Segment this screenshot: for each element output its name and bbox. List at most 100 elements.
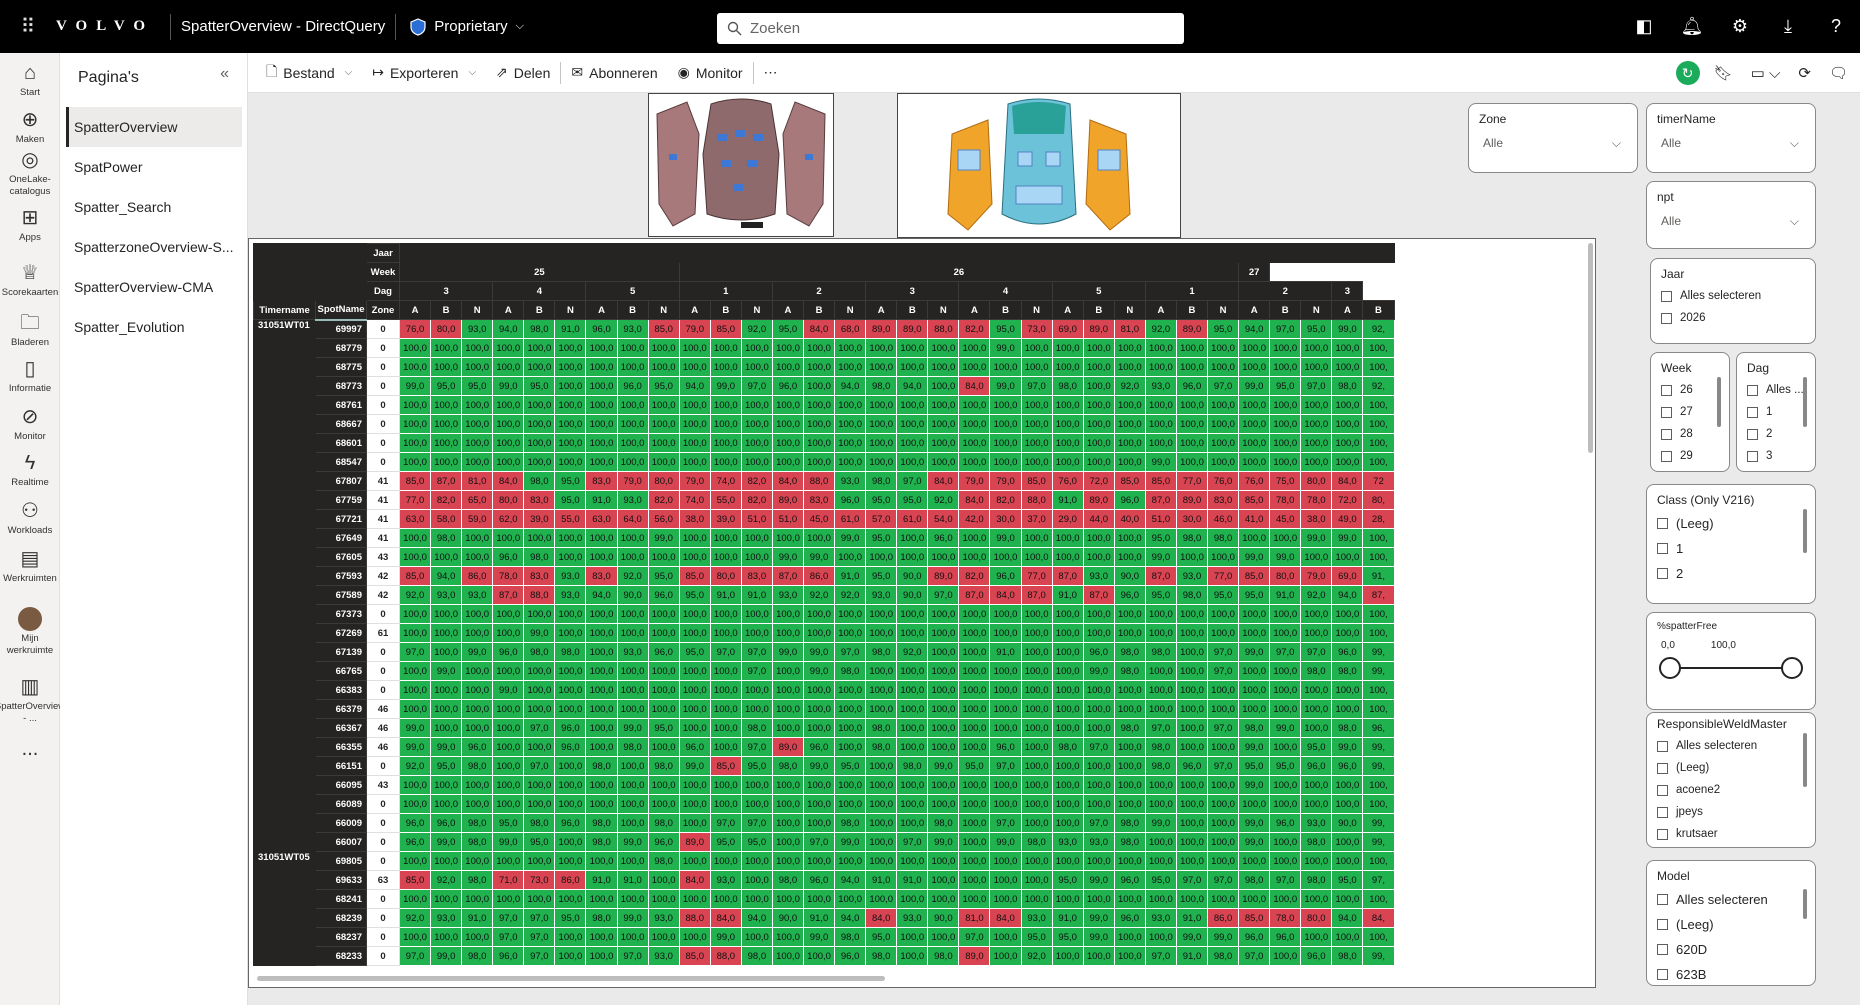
slicer-option[interactable]: 2026 [1661, 307, 1805, 329]
spotname-cell[interactable]: 66095 [315, 775, 367, 795]
slicer-option[interactable]: 620D [1657, 937, 1805, 962]
comment-icon[interactable]: 🗨︎ [1825, 64, 1852, 82]
page-item[interactable]: Spatter_Evolution [66, 307, 242, 347]
checkbox[interactable] [1657, 944, 1668, 955]
shift-header[interactable]: A [492, 300, 525, 320]
zone-slicer[interactable]: Zone Alle ⌵ [1468, 103, 1638, 173]
spotname-cell[interactable]: 69805 [315, 851, 367, 871]
nav-item[interactable]: 🗀 Bladeren [0, 311, 60, 349]
slicer-option[interactable]: acoene2 [1657, 779, 1805, 801]
slicer-option[interactable]: (Leeg) [1657, 757, 1805, 779]
weldmaster-slicer[interactable]: ResponsibleWeldMaster Alles selecteren (L… [1646, 712, 1816, 848]
spotname-cell[interactable]: 67807 [315, 471, 367, 491]
shift-header[interactable]: A [585, 300, 618, 320]
shift-header[interactable]: B [616, 300, 649, 320]
nav-item[interactable]: ▤ Werkruimten [0, 547, 60, 585]
shift-header[interactable]: A [398, 300, 432, 320]
download-icon[interactable]: ⤓ [1764, 16, 1812, 37]
npt-slicer[interactable]: npt Alle ⌵ [1646, 181, 1816, 249]
shift-header[interactable]: N [1207, 300, 1240, 320]
page-item[interactable]: SpatterOverview [66, 107, 242, 147]
spotname-cell[interactable]: 66379 [315, 699, 367, 719]
spotname-cell[interactable]: 66355 [315, 737, 367, 757]
spotname-cell[interactable]: 67593 [315, 566, 367, 586]
shift-header[interactable]: N [647, 300, 680, 320]
slicer-option[interactable]: 1 [1657, 536, 1805, 561]
timername-cell[interactable]: 31051WT05 [253, 851, 316, 966]
shift-header[interactable]: B [709, 300, 742, 320]
shift-header[interactable]: B [1269, 300, 1302, 320]
spotname-cell[interactable]: 68773 [315, 376, 367, 396]
shift-header[interactable]: A [1051, 300, 1084, 320]
spotname-cell[interactable]: 67589 [315, 585, 367, 605]
model-slicer[interactable]: Model Alles selecteren (Leeg) 620D 623B [1646, 860, 1816, 986]
nav-item[interactable]: ⊘ Monitor [0, 405, 60, 443]
day-header[interactable]: 4 [492, 281, 587, 301]
spotname-cell[interactable]: 68237 [315, 927, 367, 947]
checkbox[interactable] [1657, 969, 1668, 980]
week-slicer[interactable]: Week 26 27 28 29 [1650, 352, 1730, 472]
spotname-cell[interactable]: 67605 [315, 547, 367, 567]
file-menu-button[interactable]: 🗋 Bestand ⌵ [256, 53, 362, 93]
export-button[interactable]: ↦ Exporteren ⌵ [362, 53, 486, 93]
shift-header[interactable]: B [1175, 300, 1209, 320]
view-icon[interactable]: ▭ ⌵ [1747, 64, 1785, 82]
slicer-option[interactable]: 26 [1661, 379, 1719, 401]
share-button[interactable]: ⇗ Delen [486, 53, 560, 93]
spatterfree-slicer[interactable]: %spatterFree 0,0 100,0 [1646, 612, 1816, 710]
row-header-zone[interactable]: Zone [366, 300, 400, 320]
page-item[interactable]: SpatterzoneOverview-S... [66, 227, 242, 267]
nav-item[interactable]: ▥ SpatterOverview - ... [0, 675, 65, 725]
spotname-cell[interactable]: 68601 [315, 433, 367, 453]
spotname-cell[interactable]: 68779 [315, 338, 367, 358]
checkbox[interactable] [1657, 894, 1668, 905]
checkbox[interactable] [1657, 543, 1668, 554]
checkbox[interactable] [1747, 384, 1758, 396]
spotname-cell[interactable]: 66009 [315, 813, 367, 833]
nav-more[interactable]: ... [0, 737, 60, 763]
shift-header[interactable]: N [927, 300, 960, 320]
shift-header[interactable]: N [1300, 300, 1333, 320]
day-header[interactable]: 5 [585, 281, 680, 301]
slicer-option[interactable]: Alles selecteren [1657, 735, 1805, 757]
spotname-cell[interactable]: 69997 [315, 319, 367, 339]
checkbox[interactable] [1747, 406, 1758, 418]
range-max[interactable]: 100,0 [1711, 640, 1736, 651]
shift-header[interactable]: B [1082, 300, 1115, 320]
checkbox[interactable] [1661, 406, 1672, 418]
spotname-cell[interactable]: 66367 [315, 718, 367, 738]
shift-header[interactable]: A [958, 300, 991, 320]
nav-item[interactable]: ϟ Realtime [0, 451, 60, 489]
spotname-cell[interactable]: 68761 [315, 395, 367, 415]
spotname-cell[interactable]: 67269 [315, 623, 367, 643]
slicer-option[interactable]: 2 [1747, 423, 1805, 445]
shift-header[interactable]: B [430, 300, 463, 320]
spotname-cell[interactable]: 66151 [315, 756, 367, 776]
slicer-option[interactable]: (Leeg) [1657, 912, 1805, 937]
nav-item[interactable]: ▯ Informatie [0, 357, 60, 395]
spotname-cell[interactable]: 68547 [315, 452, 367, 472]
shift-header[interactable]: N [740, 300, 773, 320]
spotname-cell[interactable]: 68775 [315, 357, 367, 377]
checkbox[interactable] [1657, 740, 1668, 752]
checkbox[interactable] [1661, 384, 1672, 396]
week-header[interactable]: 25 [399, 262, 680, 282]
shift-header[interactable]: A [771, 300, 805, 320]
day-header[interactable]: 4 [958, 281, 1053, 301]
slicer-option[interactable]: 29 [1661, 445, 1719, 467]
slicer-option[interactable]: 27 [1661, 401, 1719, 423]
spotname-cell[interactable]: 66007 [315, 832, 367, 852]
checkbox[interactable] [1657, 784, 1668, 796]
shift-header[interactable]: A [678, 300, 711, 320]
day-header[interactable]: 3 [1331, 281, 1364, 301]
timername-cell[interactable]: 31051WT01 [253, 319, 316, 852]
spotname-cell[interactable]: 68239 [315, 908, 367, 928]
spotname-cell[interactable]: 67139 [315, 642, 367, 662]
shift-header[interactable]: B [523, 300, 556, 320]
refresh-status-icon[interactable]: ↻ [1675, 61, 1700, 85]
checkbox[interactable] [1657, 919, 1668, 930]
shift-header[interactable]: N [1113, 300, 1146, 320]
checkbox[interactable] [1661, 312, 1672, 324]
shift-header[interactable]: B [989, 300, 1022, 320]
nav-item[interactable]: ⌂ Start [0, 61, 60, 99]
